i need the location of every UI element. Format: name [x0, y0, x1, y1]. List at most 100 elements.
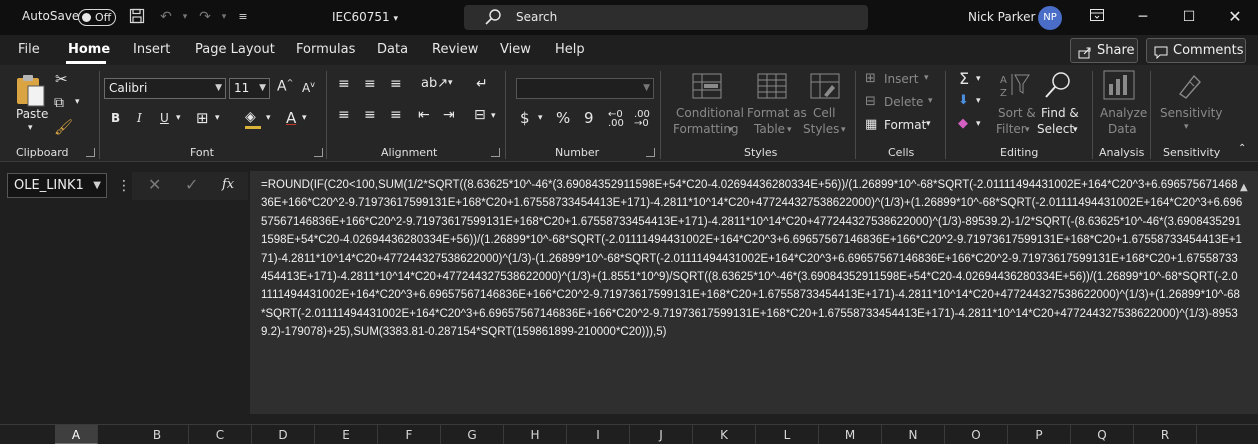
fill-dropdown-icon[interactable]: ▾ — [976, 96, 981, 106]
align-right-icon[interactable]: ≡ — [390, 107, 402, 123]
paste-icon[interactable] — [14, 72, 48, 111]
merge-center-icon[interactable]: ⊟ — [474, 107, 486, 123]
clear-dropdown-icon[interactable]: ▾ — [976, 119, 981, 129]
clear-icon[interactable]: ◆ — [958, 116, 968, 131]
align-bottom-icon[interactable]: ≡ — [390, 76, 402, 92]
analyze-data-label-2[interactable]: Data — [1108, 122, 1137, 136]
autosave-toggle[interactable]: Off — [78, 9, 116, 26]
column-header-j[interactable]: J — [630, 425, 693, 444]
format-cells-icon[interactable]: ▦ — [865, 117, 877, 132]
orientation-dropdown-icon[interactable]: ▾ — [448, 78, 453, 88]
font-color-icon[interactable]: A — [286, 109, 296, 127]
copy-icon[interactable]: ⧉ — [54, 95, 64, 111]
insert-cells-label[interactable]: Insert — [884, 72, 918, 86]
fill-icon[interactable]: ⬇ — [958, 93, 969, 108]
orientation-icon[interactable]: ab↗ — [421, 76, 448, 91]
column-header-g[interactable]: G — [441, 425, 504, 444]
cell-styles-label-2[interactable]: Styles — [803, 122, 839, 136]
conditional-formatting-dropdown-icon[interactable]: ▾ — [728, 125, 733, 135]
column-header-p[interactable]: P — [1008, 425, 1071, 444]
tab-page-layout[interactable]: Page Layout — [195, 42, 275, 57]
tab-insert[interactable]: Insert — [133, 42, 170, 57]
underline-dropdown-icon[interactable]: ▾ — [176, 113, 181, 123]
tab-view[interactable]: View — [500, 42, 531, 57]
font-color-dropdown-icon[interactable]: ▾ — [302, 113, 307, 123]
minimize-icon[interactable]: ─ — [1128, 5, 1158, 29]
insert-function-icon[interactable]: fx — [222, 177, 234, 192]
align-left-icon[interactable]: ≡ — [338, 107, 350, 123]
format-as-table-icon[interactable] — [757, 73, 787, 102]
close-icon[interactable]: ✕ — [1220, 5, 1250, 29]
autosum-dropdown-icon[interactable]: ▾ — [976, 74, 981, 84]
collapse-formula-bar-icon[interactable]: ▲ — [1240, 182, 1248, 193]
cell-styles-label-1[interactable]: Cell — [813, 106, 835, 120]
insert-cells-icon[interactable]: ⊞ — [865, 71, 876, 86]
formula-input[interactable]: =ROUND(IF(C20<100,SUM(1/2*SQRT((8.63625*… — [250, 171, 1258, 414]
column-header-d[interactable]: D — [252, 425, 315, 444]
italic-icon[interactable]: I — [137, 111, 142, 125]
alignment-launcher-icon[interactable] — [491, 148, 500, 157]
search-box[interactable]: Search — [464, 5, 868, 30]
column-header-o[interactable]: O — [945, 425, 1008, 444]
fill-color-dropdown-icon[interactable]: ▾ — [266, 113, 271, 123]
find-select-label-1[interactable]: Find & — [1041, 106, 1079, 120]
column-header-r[interactable]: R — [1134, 425, 1197, 444]
conditional-formatting-label-1[interactable]: Conditional — [676, 106, 744, 120]
find-select-icon[interactable] — [1043, 70, 1073, 103]
sensitivity-dropdown-icon[interactable]: ▾ — [1184, 122, 1189, 132]
column-header-m[interactable]: M — [819, 425, 882, 444]
increase-font-icon[interactable]: A^ — [277, 78, 293, 95]
avatar[interactable]: NP — [1038, 6, 1062, 30]
share-button[interactable]: Share — [1070, 38, 1138, 63]
autosum-icon[interactable]: Σ — [959, 69, 969, 88]
delete-dropdown-icon[interactable]: ▾ — [928, 96, 933, 106]
clipboard-launcher-icon[interactable] — [86, 148, 95, 157]
enter-check-icon[interactable]: ✓ — [185, 175, 198, 194]
conditional-formatting-icon[interactable] — [692, 73, 722, 102]
redo-icon[interactable]: ↷ — [196, 8, 214, 26]
paste-dropdown-icon[interactable]: ▾ — [28, 123, 33, 133]
undo-dropdown-icon[interactable]: ▾ — [176, 8, 194, 26]
currency-dropdown-icon[interactable]: ▾ — [538, 113, 543, 123]
borders-icon[interactable]: ⊞ — [196, 109, 209, 127]
column-header-i[interactable]: I — [567, 425, 630, 444]
font-family-combo[interactable]: Calibri ▼ — [104, 78, 226, 99]
column-header-c[interactable]: C — [189, 425, 252, 444]
format-dropdown-icon[interactable]: ▾ — [926, 119, 931, 129]
format-as-table-label-2[interactable]: Table — [754, 122, 785, 136]
format-as-table-dropdown-icon[interactable]: ▾ — [787, 125, 792, 135]
user-name[interactable]: Nick Parker — [968, 10, 1036, 24]
ribbon-display-icon[interactable] — [1082, 5, 1112, 29]
name-box[interactable]: OLE_LINK1 ▼ — [7, 173, 107, 198]
comma-style-icon[interactable]: 9 — [584, 109, 594, 127]
paste-label[interactable]: Paste — [16, 107, 48, 121]
cell-styles-dropdown-icon[interactable]: ▾ — [841, 125, 846, 135]
underline-icon[interactable]: U — [160, 111, 169, 125]
align-center-icon[interactable]: ≡ — [364, 107, 376, 123]
document-title[interactable]: IEC60751 ▾ — [332, 10, 398, 24]
tab-file[interactable]: File — [18, 42, 40, 57]
format-cells-label[interactable]: Format — [884, 118, 926, 132]
collapse-ribbon-icon[interactable]: ⌃ — [1238, 143, 1246, 154]
maximize-icon[interactable]: ☐ — [1174, 5, 1204, 29]
number-launcher-icon[interactable] — [646, 148, 655, 157]
insert-dropdown-icon[interactable]: ▾ — [924, 73, 929, 83]
tab-review[interactable]: Review — [432, 42, 478, 57]
tab-data[interactable]: Data — [377, 42, 408, 57]
decrease-indent-icon[interactable]: ⇤ — [418, 107, 430, 123]
percent-icon[interactable]: % — [556, 109, 570, 127]
column-header-n[interactable]: N — [882, 425, 945, 444]
column-header-k[interactable]: K — [693, 425, 756, 444]
undo-icon[interactable]: ↶ — [157, 8, 175, 26]
customize-qat-icon[interactable]: ≡ — [234, 8, 252, 26]
column-header-l[interactable]: L — [756, 425, 819, 444]
format-painter-icon[interactable]: 🖌 — [54, 118, 73, 136]
column-header-b[interactable]: B — [126, 425, 189, 444]
comments-button[interactable]: Comments — [1146, 38, 1246, 63]
tab-formulas[interactable]: Formulas — [296, 42, 355, 57]
sort-filter-label-2[interactable]: Filter — [996, 122, 1026, 136]
find-select-label-2[interactable]: Select — [1037, 122, 1074, 136]
formula-text[interactable]: =ROUND(IF(C20<100,SUM(1/2*SQRT((8.63625*… — [261, 176, 1243, 342]
sort-filter-dropdown-icon[interactable]: ▾ — [1025, 125, 1030, 135]
font-size-combo[interactable]: 11 ▼ — [229, 78, 270, 99]
